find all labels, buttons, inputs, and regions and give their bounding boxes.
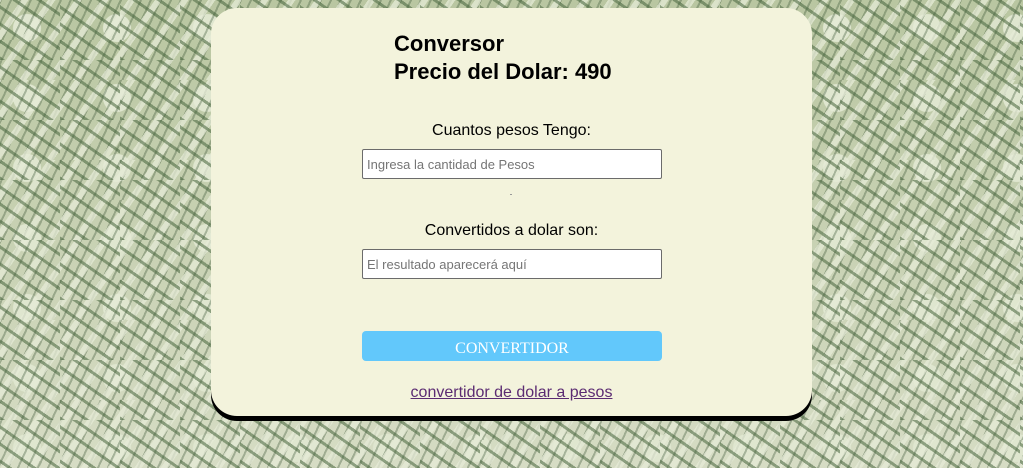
title-conversor: Conversor — [394, 31, 505, 56]
page-background: { "header": { "title_line1": "Conversor"… — [0, 0, 1023, 468]
dollar-to-pesos-link[interactable]: convertidor de dolar a pesos — [211, 384, 812, 402]
pesos-input[interactable] — [362, 149, 662, 179]
result-label: Convertidos a dolar son: — [424, 222, 599, 239]
page-title: Conversor Precio del Dolar: 490 — [394, 30, 612, 86]
converter-card: Conversor Precio del Dolar: 490 Cuantos … — [211, 8, 812, 416]
convert-button[interactable]: CONVERTIDOR — [362, 331, 662, 361]
pesos-label: Cuantos pesos Tengo: — [432, 122, 591, 139]
title-dollar-price: Precio del Dolar: 490 — [394, 59, 612, 84]
divider-dot — [510, 194, 512, 195]
result-field[interactable] — [362, 249, 662, 279]
